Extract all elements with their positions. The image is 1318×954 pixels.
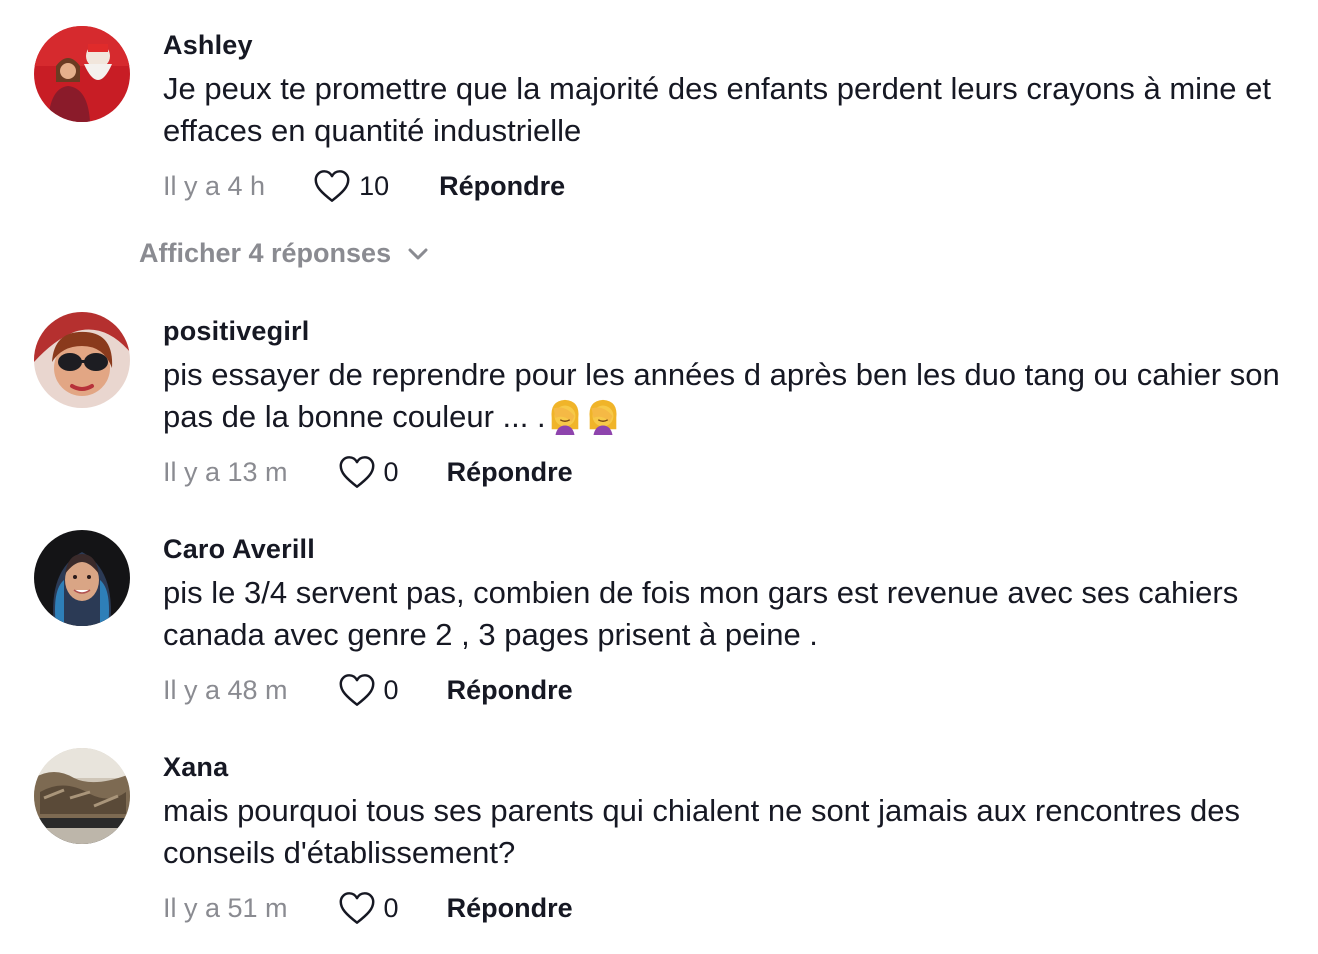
avatar[interactable] <box>34 312 130 408</box>
comment-text: pis le 3/4 servent pas, combien de fois … <box>163 575 1239 652</box>
comment-time: Il y a 13 m <box>163 456 288 487</box>
comment-meta: Il y a 48 m 0 Répondre <box>163 670 573 710</box>
woman-facepalming-emoji <box>589 399 617 435</box>
avatar[interactable] <box>34 530 130 626</box>
comment-text: Je peux te promettre que la majorité des… <box>163 71 1271 148</box>
comment-meta: Il y a 13 m 0 Répondre <box>163 452 573 492</box>
comment-text-body: pis essayer de reprendre pour les années… <box>163 357 1280 434</box>
like-button[interactable]: 10 <box>313 169 389 203</box>
comment-meta: Il y a 4 h 10 Répondre <box>163 166 565 206</box>
like-button[interactable]: 0 <box>338 455 399 489</box>
heart-outline-icon <box>339 674 375 706</box>
avatar-image <box>34 748 130 844</box>
comment-time: Il y a 48 m <box>163 674 288 705</box>
woman-facepalming-emoji <box>551 399 579 435</box>
like-count: 0 <box>383 456 399 487</box>
avatar[interactable] <box>34 26 130 122</box>
reply-button[interactable]: Répondre <box>447 457 573 488</box>
heart-outline-icon <box>339 456 375 488</box>
comment-username[interactable]: positivegirl <box>163 316 309 347</box>
comment-username[interactable]: Xana <box>163 752 228 783</box>
heart-outline-icon <box>314 170 350 202</box>
avatar[interactable] <box>34 748 130 844</box>
chevron-down-icon <box>408 248 428 259</box>
show-replies-button[interactable]: Afficher 4 réponses <box>139 238 429 269</box>
avatar-image <box>34 26 130 122</box>
like-count: 0 <box>383 674 399 705</box>
reply-button[interactable]: Répondre <box>447 893 573 924</box>
comment-username[interactable]: Caro Averill <box>163 534 315 565</box>
reply-button[interactable]: Répondre <box>439 171 565 202</box>
reply-button[interactable]: Répondre <box>447 675 573 706</box>
comment-username[interactable]: Ashley <box>163 30 253 61</box>
comment-meta: Il y a 51 m 0 Répondre <box>163 888 573 928</box>
like-button[interactable]: 0 <box>338 891 399 925</box>
comment-time: Il y a 4 h <box>163 170 266 201</box>
like-count: 10 <box>359 170 390 201</box>
show-replies-label: Afficher 4 réponses <box>139 238 392 268</box>
like-button[interactable]: 0 <box>338 673 399 707</box>
comment-text: mais pourquoi tous ses parents qui chial… <box>163 793 1240 870</box>
avatar-image <box>34 312 130 408</box>
comment-time: Il y a 51 m <box>163 892 288 923</box>
avatar-image <box>34 530 130 626</box>
heart-outline-icon <box>339 892 375 924</box>
comment-text: pis essayer de reprendre pour les années… <box>163 354 1303 438</box>
like-count: 0 <box>383 892 399 923</box>
